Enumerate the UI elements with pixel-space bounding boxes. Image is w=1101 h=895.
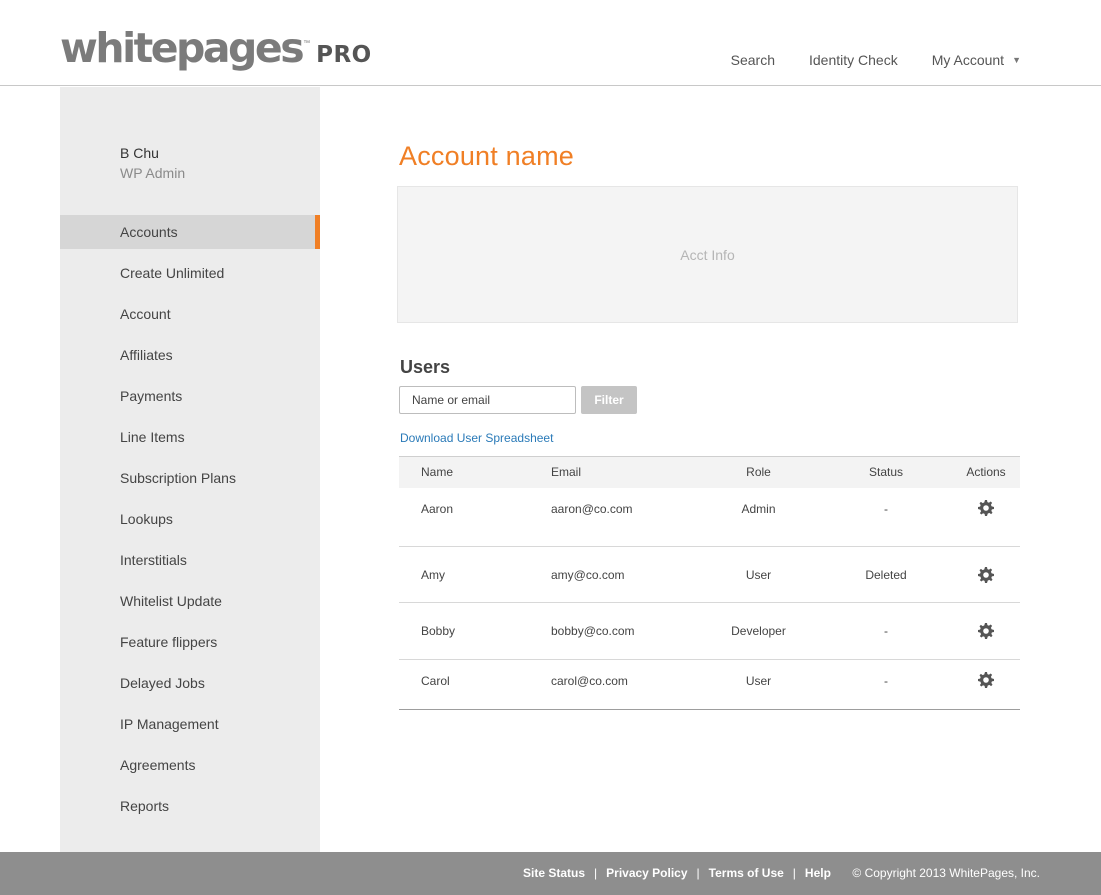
column-header-actions: Actions — [966, 465, 1006, 480]
sidebar-item-delayed-jobs[interactable]: Delayed Jobs — [60, 666, 320, 707]
column-header-status[interactable]: Status — [816, 457, 956, 488]
cell-role: User — [745, 567, 772, 582]
sidebar-menu: Accounts Create Unlimited Account Affili… — [60, 215, 320, 830]
table-header-row: Name Email Role Status Actions — [399, 456, 1020, 488]
gear-icon[interactable] — [978, 499, 994, 516]
footer-separator: | — [594, 866, 598, 880]
column-header-role[interactable]: Role — [701, 457, 816, 488]
gear-icon[interactable] — [978, 566, 994, 583]
whitepages-pro-logo[interactable]: whitepages ™ PRO — [60, 28, 372, 69]
sidebar-item-line-items[interactable]: Line Items — [60, 420, 320, 461]
cell-name: Aaron — [421, 501, 454, 516]
footer: Site Status | Privacy Policy | Terms of … — [0, 852, 1101, 895]
copyright-text: © Copyright 2013 WhitePages, Inc. — [852, 866, 1040, 880]
footer-privacy-policy-link[interactable]: Privacy Policy — [606, 866, 687, 880]
user-info: B Chu WP Admin — [120, 145, 185, 181]
sidebar-item-account[interactable]: Account — [60, 297, 320, 338]
nav-my-account-dropdown[interactable]: My Account ▼ — [932, 52, 1021, 68]
table-row: Bobby bobby@co.com Developer - — [399, 603, 1020, 660]
user-search-input[interactable] — [399, 386, 576, 414]
footer-terms-of-use-link[interactable]: Terms of Use — [709, 866, 784, 880]
sidebar-item-lookups[interactable]: Lookups — [60, 502, 320, 543]
sidebar-item-whitelist-update[interactable]: Whitelist Update — [60, 584, 320, 625]
cell-actions — [956, 660, 1020, 710]
gear-icon[interactable] — [978, 672, 994, 688]
cell-name: Bobby — [421, 624, 456, 638]
footer-separator: | — [792, 866, 796, 880]
sidebar-item-affiliates[interactable]: Affiliates — [60, 338, 320, 379]
nav-search-link[interactable]: Search — [731, 52, 775, 68]
table-row: Aaron aaron@co.com Admin - — [399, 488, 1020, 547]
page-title: Account name — [399, 141, 574, 171]
cell-actions — [956, 547, 1020, 603]
cell-role: Admin — [741, 501, 776, 516]
column-header-email[interactable]: Email — [551, 457, 701, 488]
account-info-placeholder: Acct Info — [680, 246, 735, 263]
sidebar-item-agreements[interactable]: Agreements — [60, 748, 320, 789]
table-row: Carol carol@co.com User - — [399, 660, 1020, 710]
logo-trademark: ™ — [303, 40, 311, 47]
cell-email: aaron@co.com — [551, 501, 633, 516]
sidebar-item-ip-management[interactable]: IP Management — [60, 707, 320, 748]
sidebar-item-feature-flippers[interactable]: Feature flippers — [60, 625, 320, 666]
cell-actions — [956, 603, 1020, 660]
sidebar-item-accounts[interactable]: Accounts — [60, 215, 320, 249]
gear-icon[interactable] — [978, 623, 994, 639]
filter-button[interactable]: Filter — [581, 386, 637, 414]
top-header: whitepages ™ PRO Search Identity Check M… — [0, 0, 1101, 86]
cell-status: - — [884, 501, 888, 516]
table-row: Amy amy@co.com User Deleted — [399, 547, 1020, 603]
cell-status: - — [884, 624, 888, 638]
sidebar-item-reports[interactable]: Reports — [60, 789, 320, 830]
cell-actions — [956, 488, 1020, 547]
caret-down-icon: ▼ — [1012, 55, 1021, 65]
top-nav: Search Identity Check My Account ▼ — [697, 52, 1021, 68]
cell-email: carol@co.com — [551, 674, 628, 688]
footer-help-link[interactable]: Help — [805, 866, 831, 880]
footer-site-status-link[interactable]: Site Status — [523, 866, 585, 880]
footer-links: Site Status | Privacy Policy | Terms of … — [523, 866, 831, 880]
sidebar: B Chu WP Admin Accounts Create Unlimited… — [60, 87, 320, 852]
users-heading: Users — [400, 357, 451, 377]
cell-email: bobby@co.com — [551, 624, 635, 638]
cell-name: Carol — [421, 674, 450, 688]
cell-status: - — [884, 674, 888, 688]
users-table: Name Email Role Status Actions Aaron aar… — [399, 456, 1020, 710]
logo-pro-label: PRO — [316, 42, 372, 68]
cell-name: Amy — [421, 567, 445, 582]
sidebar-item-interstitials[interactable]: Interstitials — [60, 543, 320, 584]
column-header-name[interactable]: Name — [399, 457, 551, 488]
sidebar-item-payments[interactable]: Payments — [60, 379, 320, 420]
cell-role: User — [745, 674, 772, 688]
logo-wordmark: whitepages — [60, 24, 305, 72]
account-info-panel: Acct Info — [397, 186, 1018, 323]
user-name: B Chu — [120, 145, 159, 161]
cell-status: Deleted — [865, 567, 907, 582]
sidebar-item-subscription-plans[interactable]: Subscription Plans — [60, 461, 320, 502]
nav-identity-check-link[interactable]: Identity Check — [809, 52, 898, 68]
user-role: WP Admin — [120, 165, 186, 181]
cell-role: Developer — [731, 624, 786, 638]
sidebar-item-create-unlimited[interactable]: Create Unlimited — [60, 256, 320, 297]
footer-separator: | — [696, 866, 700, 880]
my-account-label: My Account — [931, 52, 1005, 68]
cell-email: amy@co.com — [551, 567, 625, 582]
download-user-spreadsheet-link[interactable]: Download User Spreadsheet — [400, 431, 553, 445]
